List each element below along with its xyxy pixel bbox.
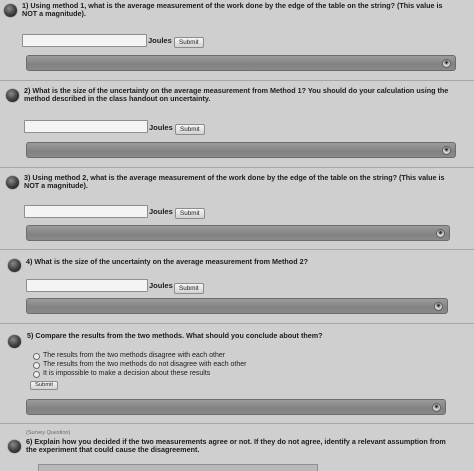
- question-2-text: 2) What is the size of the uncertainty o…: [24, 86, 449, 104]
- answer-2-input[interactable]: [24, 120, 148, 133]
- option-label: The results from the two methods disagre…: [43, 352, 226, 360]
- expand-toggle-icon[interactable]: ◉: [442, 59, 451, 68]
- feedback-bar-1: ◉: [26, 55, 456, 71]
- divider: [0, 249, 474, 250]
- question-status-icon: [4, 4, 17, 17]
- answer-2-unit: Joules: [149, 123, 173, 132]
- feedback-bar-4: ◉: [26, 298, 448, 314]
- feedback-bar-2: ◉: [26, 142, 456, 158]
- question-4-text: 4) What is the size of the uncertainty o…: [26, 257, 308, 266]
- answer-4-unit: Joules: [149, 281, 173, 290]
- option-item[interactable]: It is impossible to make a decision abou…: [33, 370, 247, 379]
- question-5-text: 5) Compare the results from the two meth…: [27, 331, 323, 340]
- expand-toggle-icon[interactable]: ◉: [432, 403, 441, 412]
- answer-3-input[interactable]: [24, 205, 148, 218]
- divider: [0, 323, 474, 324]
- divider: [0, 80, 474, 81]
- answer-3-unit: Joules: [149, 207, 173, 216]
- option-radio[interactable]: [33, 353, 40, 360]
- expand-toggle-icon[interactable]: ◉: [434, 302, 443, 311]
- question-status-icon: [8, 259, 21, 272]
- submit-3-button[interactable]: Submit: [175, 208, 205, 219]
- feedback-bar-5: ◉: [26, 399, 446, 415]
- option-item[interactable]: The results from the two methods disagre…: [33, 352, 247, 361]
- divider: [0, 167, 474, 168]
- answer-1-unit: Joules: [148, 36, 172, 45]
- submit-2-button[interactable]: Submit: [175, 124, 205, 135]
- question-status-icon: [8, 335, 21, 348]
- submit-1-button[interactable]: Submit: [174, 37, 204, 48]
- option-label: The results from the two methods do not …: [43, 361, 247, 369]
- option-item[interactable]: The results from the two methods do not …: [33, 361, 247, 370]
- answer-4-input[interactable]: [26, 279, 148, 292]
- question-status-icon: [8, 440, 21, 453]
- feedback-bar-3: ◉: [26, 225, 450, 241]
- option-radio[interactable]: [33, 371, 40, 378]
- divider: [0, 423, 474, 424]
- answer-6-textarea[interactable]: [38, 464, 318, 471]
- question-3-text: 3) Using method 2, what is the average m…: [24, 173, 445, 191]
- question-status-icon: [6, 89, 19, 102]
- option-radio[interactable]: [33, 362, 40, 369]
- option-label: It is impossible to make a decision abou…: [43, 370, 211, 378]
- question-status-icon: [6, 176, 19, 189]
- expand-toggle-icon[interactable]: ◉: [442, 146, 451, 155]
- question-6-text: 6) Explain how you decided if the two me…: [26, 437, 446, 455]
- submit-5-button[interactable]: Submit: [30, 381, 59, 390]
- submit-4-button[interactable]: Submit: [174, 283, 204, 294]
- answer-1-input[interactable]: [22, 34, 147, 47]
- expand-toggle-icon[interactable]: ◉: [436, 229, 445, 238]
- answer-5-options: The results from the two methods disagre…: [33, 352, 247, 379]
- question-1-text: 1) Using method 1, what is the average m…: [22, 1, 443, 19]
